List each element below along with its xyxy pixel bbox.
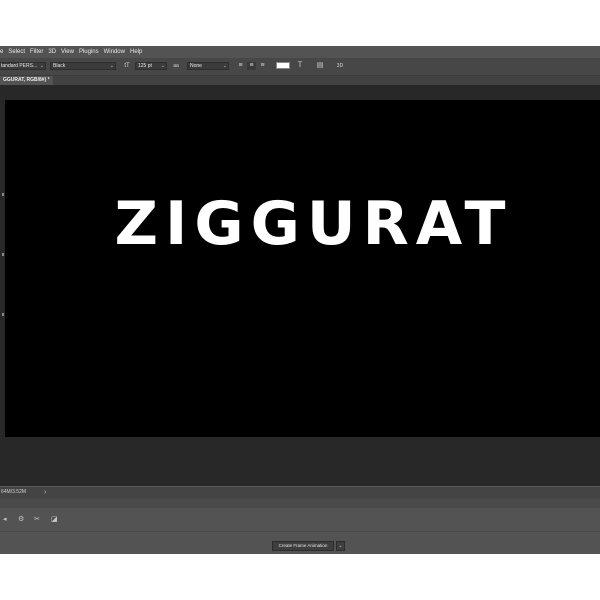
menu-edit[interactable]: e bbox=[0, 49, 3, 55]
chevron-down-icon: ⌄ bbox=[160, 63, 165, 69]
warp-text-icon[interactable]: Ｔ bbox=[295, 62, 305, 70]
document-tab[interactable]: GGURAT, RGB/8#) * bbox=[0, 76, 53, 85]
document-tab-bar: GGURAT, RGB/8#) * bbox=[0, 76, 600, 85]
scissors-icon[interactable]: ✂ bbox=[34, 515, 40, 523]
document-area: ZIGGURAT 64M/3.52M › ◂ ⚙ ✂ ◪ Create Fram… bbox=[0, 85, 600, 554]
status-bar: 64M/3.52M › bbox=[0, 486, 600, 498]
headline-text-layer[interactable]: ZIGGURAT bbox=[5, 189, 600, 259]
align-center-icon[interactable]: ≡ bbox=[247, 62, 256, 70]
font-style-value: Black bbox=[53, 63, 66, 69]
menu-plugins[interactable]: Plugins bbox=[79, 49, 99, 55]
chevron-down-icon: ⌄ bbox=[39, 63, 44, 69]
menu-help[interactable]: Help bbox=[130, 49, 142, 55]
font-style-select[interactable]: Black ⌄ bbox=[50, 62, 116, 70]
create-frame-animation-button[interactable]: Create Frame Animation bbox=[272, 541, 334, 551]
timeline-panel-header bbox=[0, 498, 600, 508]
antialias-value: None bbox=[190, 63, 202, 69]
timeline-body: Create Frame Animation ⌄ ▲ ▲ bbox=[0, 532, 600, 554]
ruler-tick bbox=[2, 193, 4, 196]
ruler-tick bbox=[2, 313, 4, 316]
go-to-first-frame-icon[interactable]: ◂ bbox=[3, 515, 7, 523]
chevron-down-icon: ⌄ bbox=[109, 63, 114, 69]
3d-icon[interactable]: 3D bbox=[334, 62, 346, 70]
antialias-select[interactable]: None ⌄ bbox=[187, 62, 229, 70]
font-size-value: 125 pt bbox=[138, 63, 152, 69]
font-family-select[interactable]: tandard PERS... ⌄ bbox=[0, 62, 46, 70]
transition-icon[interactable]: ◪ bbox=[51, 515, 58, 523]
antialias-icon: aa bbox=[173, 63, 179, 69]
character-panel-icon[interactable]: ▤ bbox=[315, 62, 325, 70]
align-left-icon[interactable]: ≡ bbox=[236, 62, 245, 70]
photoshop-window: e Select Filter 3D View Plugins Window H… bbox=[0, 46, 600, 554]
screen: e Select Filter 3D View Plugins Window H… bbox=[0, 0, 600, 600]
chevron-down-icon: ⌄ bbox=[222, 63, 227, 69]
canvas[interactable]: ZIGGURAT bbox=[5, 100, 600, 437]
document-size: 64M/3.52M bbox=[1, 489, 27, 495]
text-color-swatch[interactable] bbox=[276, 62, 290, 69]
options-bar: tandard PERS... ⌄ Black ⌄ tT 125 pt ⌄ aa… bbox=[0, 58, 600, 76]
align-right-icon[interactable]: ≡ bbox=[258, 62, 267, 70]
font-size-icon: tT bbox=[124, 63, 130, 69]
menu-view[interactable]: View bbox=[61, 49, 74, 55]
menu-window[interactable]: Window bbox=[104, 49, 125, 55]
status-arrow-icon[interactable]: › bbox=[44, 487, 46, 498]
chevron-down-icon[interactable]: ⌄ bbox=[336, 541, 345, 551]
ruler-tick bbox=[2, 253, 4, 256]
font-family-value: tandard PERS... bbox=[1, 63, 38, 69]
menu-3d[interactable]: 3D bbox=[48, 49, 56, 55]
menu-filter[interactable]: Filter bbox=[30, 49, 43, 55]
timeline-controls: ◂ ⚙ ✂ ◪ bbox=[0, 509, 600, 532]
settings-icon[interactable]: ⚙ bbox=[18, 515, 24, 523]
menu-select[interactable]: Select bbox=[8, 49, 25, 55]
font-size-select[interactable]: 125 pt ⌄ bbox=[135, 62, 167, 70]
menu-bar: e Select Filter 3D View Plugins Window H… bbox=[0, 46, 600, 58]
